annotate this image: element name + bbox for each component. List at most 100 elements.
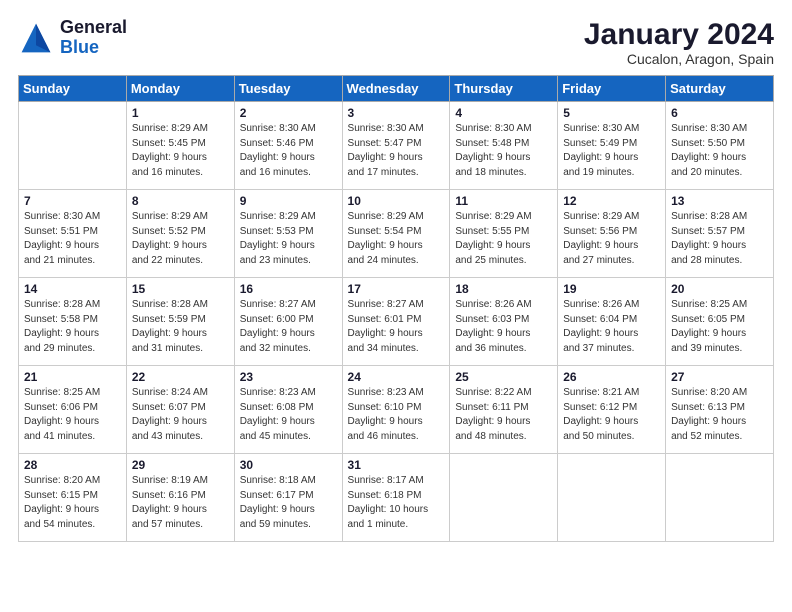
calendar-week-row: 14 Sunrise: 8:28 AM Sunset: 5:58 PM Dayli… [19,278,774,366]
day-info: Sunrise: 8:18 AM Sunset: 6:17 PM Dayligh… [240,474,337,532]
day-number: 28 [24,458,121,472]
table-row: 10 Sunrise: 8:29 AM Sunset: 5:54 PM Dayli… [342,190,450,278]
header-thursday: Thursday [450,76,558,102]
day-info: Sunrise: 8:28 AM Sunset: 5:57 PM Dayligh… [671,210,768,268]
table-row [666,454,774,542]
day-number: 17 [348,282,445,296]
header: General Blue January 2024 Cucalon, Arago… [18,18,774,67]
day-info: Sunrise: 8:29 AM Sunset: 5:45 PM Dayligh… [132,122,229,180]
logo-blue: Blue [60,38,127,58]
day-number: 22 [132,370,229,384]
day-number: 10 [348,194,445,208]
day-number: 8 [132,194,229,208]
day-number: 18 [455,282,552,296]
day-info: Sunrise: 8:19 AM Sunset: 6:16 PM Dayligh… [132,474,229,532]
day-info: Sunrise: 8:25 AM Sunset: 6:05 PM Dayligh… [671,298,768,356]
table-row: 19Sunrise: 8:26 AM Sunset: 6:04 PM Dayli… [558,278,666,366]
logo-text: General Blue [60,18,127,58]
calendar-week-row: 28 Sunrise: 8:20 AM Sunset: 6:15 PM Dayli… [19,454,774,542]
day-number: 13 [671,194,768,208]
header-saturday: Saturday [666,76,774,102]
day-info: Sunrise: 8:24 AM Sunset: 6:07 PM Dayligh… [132,386,229,444]
calendar-week-row: 21 Sunrise: 8:25 AM Sunset: 6:06 PM Dayli… [19,366,774,454]
table-row [19,102,127,190]
header-monday: Monday [126,76,234,102]
day-number: 1 [132,106,229,120]
table-row: 2 Sunrise: 8:30 AM Sunset: 5:46 PM Daylig… [234,102,342,190]
day-number: 7 [24,194,121,208]
table-row: 26 Sunrise: 8:21 AM Sunset: 6:12 PM Dayli… [558,366,666,454]
day-info: Sunrise: 8:29 AM Sunset: 5:53 PM Dayligh… [240,210,337,268]
table-row [450,454,558,542]
day-info: Sunrise: 8:30 AM Sunset: 5:46 PM Dayligh… [240,122,337,180]
table-row: 7Sunrise: 8:30 AM Sunset: 5:51 PM Daylig… [19,190,127,278]
table-row: 30 Sunrise: 8:18 AM Sunset: 6:17 PM Dayli… [234,454,342,542]
day-info: Sunrise: 8:23 AM Sunset: 6:10 PM Dayligh… [348,386,445,444]
table-row: 1 Sunrise: 8:29 AM Sunset: 5:45 PM Daylig… [126,102,234,190]
day-info: Sunrise: 8:27 AM Sunset: 6:01 PM Dayligh… [348,298,445,356]
table-row: 22 Sunrise: 8:24 AM Sunset: 6:07 PM Dayli… [126,366,234,454]
table-row: 11 Sunrise: 8:29 AM Sunset: 5:55 PM Dayli… [450,190,558,278]
day-info: Sunrise: 8:25 AM Sunset: 6:06 PM Dayligh… [24,386,121,444]
title-block: January 2024 Cucalon, Aragon, Spain [584,18,774,67]
table-row: 31Sunrise: 8:17 AM Sunset: 6:18 PM Dayli… [342,454,450,542]
day-info: Sunrise: 8:20 AM Sunset: 6:13 PM Dayligh… [671,386,768,444]
calendar-title: January 2024 [584,18,774,51]
day-number: 21 [24,370,121,384]
day-number: 30 [240,458,337,472]
header-friday: Friday [558,76,666,102]
table-row: 25 Sunrise: 8:22 AM Sunset: 6:11 PM Dayli… [450,366,558,454]
day-number: 12 [563,194,660,208]
day-info: Sunrise: 8:27 AM Sunset: 6:00 PM Dayligh… [240,298,337,356]
day-info: Sunrise: 8:30 AM Sunset: 5:48 PM Dayligh… [455,122,552,180]
day-info: Sunrise: 8:29 AM Sunset: 5:54 PM Dayligh… [348,210,445,268]
table-row: 8Sunrise: 8:29 AM Sunset: 5:52 PM Daylig… [126,190,234,278]
logo-icon [18,20,54,56]
day-number: 5 [563,106,660,120]
day-number: 26 [563,370,660,384]
calendar-week-row: 1 Sunrise: 8:29 AM Sunset: 5:45 PM Daylig… [19,102,774,190]
day-number: 19 [563,282,660,296]
day-number: 31 [348,458,445,472]
day-info: Sunrise: 8:26 AM Sunset: 6:03 PM Dayligh… [455,298,552,356]
day-number: 6 [671,106,768,120]
day-info: Sunrise: 8:30 AM Sunset: 5:49 PM Dayligh… [563,122,660,180]
day-info: Sunrise: 8:20 AM Sunset: 6:15 PM Dayligh… [24,474,121,532]
table-row: 29 Sunrise: 8:19 AM Sunset: 6:16 PM Dayli… [126,454,234,542]
day-number: 9 [240,194,337,208]
day-info: Sunrise: 8:29 AM Sunset: 5:56 PM Dayligh… [563,210,660,268]
day-info: Sunrise: 8:21 AM Sunset: 6:12 PM Dayligh… [563,386,660,444]
days-header-row: Sunday Monday Tuesday Wednesday Thursday… [19,76,774,102]
logo-general: General [60,18,127,38]
table-row: 3Sunrise: 8:30 AM Sunset: 5:47 PM Daylig… [342,102,450,190]
day-info: Sunrise: 8:23 AM Sunset: 6:08 PM Dayligh… [240,386,337,444]
table-row: 6Sunrise: 8:30 AM Sunset: 5:50 PM Daylig… [666,102,774,190]
table-row: 13 Sunrise: 8:28 AM Sunset: 5:57 PM Dayli… [666,190,774,278]
table-row: 21 Sunrise: 8:25 AM Sunset: 6:06 PM Dayli… [19,366,127,454]
day-number: 20 [671,282,768,296]
table-row: 16Sunrise: 8:27 AM Sunset: 6:00 PM Dayli… [234,278,342,366]
calendar-table: Sunday Monday Tuesday Wednesday Thursday… [18,75,774,542]
logo: General Blue [18,18,127,58]
day-info: Sunrise: 8:30 AM Sunset: 5:47 PM Dayligh… [348,122,445,180]
day-number: 4 [455,106,552,120]
table-row: 14 Sunrise: 8:28 AM Sunset: 5:58 PM Dayli… [19,278,127,366]
day-number: 27 [671,370,768,384]
day-info: Sunrise: 8:29 AM Sunset: 5:55 PM Dayligh… [455,210,552,268]
table-row: 12 Sunrise: 8:29 AM Sunset: 5:56 PM Dayli… [558,190,666,278]
day-number: 29 [132,458,229,472]
day-info: Sunrise: 8:28 AM Sunset: 5:58 PM Dayligh… [24,298,121,356]
table-row: 28 Sunrise: 8:20 AM Sunset: 6:15 PM Dayli… [19,454,127,542]
day-number: 11 [455,194,552,208]
day-number: 25 [455,370,552,384]
day-info: Sunrise: 8:22 AM Sunset: 6:11 PM Dayligh… [455,386,552,444]
table-row: 18 Sunrise: 8:26 AM Sunset: 6:03 PM Dayli… [450,278,558,366]
table-row: 9 Sunrise: 8:29 AM Sunset: 5:53 PM Daylig… [234,190,342,278]
table-row: 23Sunrise: 8:23 AM Sunset: 6:08 PM Dayli… [234,366,342,454]
day-number: 14 [24,282,121,296]
day-number: 24 [348,370,445,384]
day-number: 2 [240,106,337,120]
header-sunday: Sunday [19,76,127,102]
table-row: 4 Sunrise: 8:30 AM Sunset: 5:48 PM Daylig… [450,102,558,190]
calendar-subtitle: Cucalon, Aragon, Spain [584,51,774,67]
